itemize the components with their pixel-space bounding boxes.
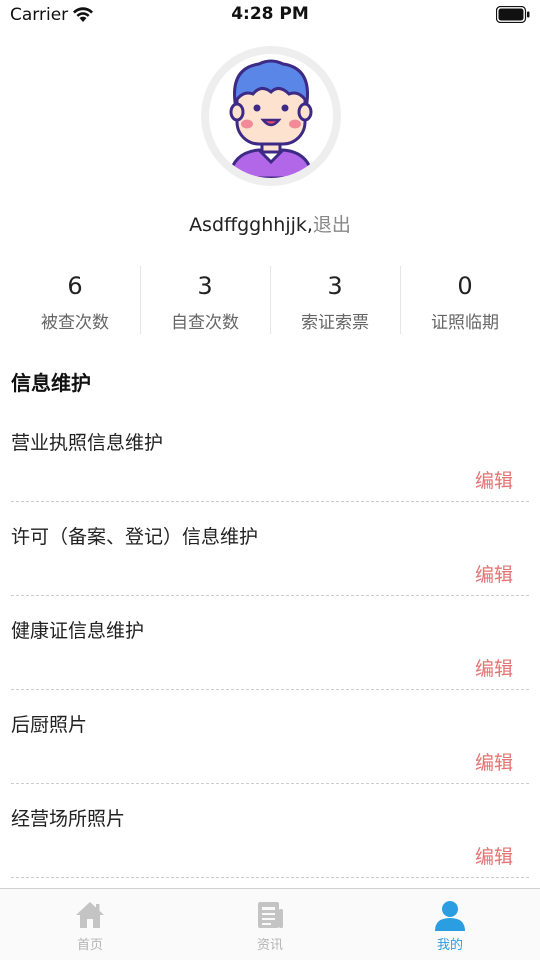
edit-button[interactable]: 编辑 bbox=[475, 654, 513, 681]
section-title: 信息维护 bbox=[11, 371, 91, 395]
list-item-health-certificate: 健康证信息维护 编辑 bbox=[0, 596, 540, 690]
item-label: 经营场所照片 bbox=[11, 808, 126, 830]
stat-certificates-invoices[interactable]: 3 索证索票 bbox=[270, 266, 400, 334]
username: Asdffgghhjjk, bbox=[189, 214, 313, 236]
list-item-permit: 许可（备案、登记）信息维护 编辑 bbox=[0, 502, 540, 596]
home-icon bbox=[76, 902, 104, 928]
avatar[interactable] bbox=[201, 46, 341, 186]
info-maintenance-list: 营业执照信息维护 编辑 许可（备案、登记）信息维护 编辑 健康证信息维护 编辑 … bbox=[0, 408, 540, 878]
tab-home[interactable]: 首页 bbox=[0, 889, 180, 960]
edit-button[interactable]: 编辑 bbox=[475, 466, 513, 493]
stat-label: 被查次数 bbox=[41, 313, 109, 333]
user-icon bbox=[435, 901, 465, 931]
divider bbox=[11, 877, 529, 878]
list-item-premises-photos: 经营场所照片 编辑 bbox=[0, 784, 540, 878]
tab-profile[interactable]: 我的 bbox=[360, 889, 540, 960]
list-item-business-license: 营业执照信息维护 编辑 bbox=[0, 408, 540, 502]
stat-inspected-count[interactable]: 6 被查次数 bbox=[10, 266, 140, 334]
item-label: 健康证信息维护 bbox=[11, 620, 145, 642]
edit-button[interactable]: 编辑 bbox=[475, 842, 513, 869]
logout-link[interactable]: 退出 bbox=[313, 214, 351, 236]
tab-bar: 首页 资讯 我的 bbox=[0, 888, 540, 960]
edit-button[interactable]: 编辑 bbox=[475, 748, 513, 775]
item-label: 后厨照片 bbox=[11, 714, 88, 736]
news-icon bbox=[258, 902, 283, 928]
username-line: Asdffgghhjjk,退出 bbox=[0, 210, 540, 237]
stat-label: 证照临期 bbox=[431, 313, 499, 333]
tab-label: 资讯 bbox=[256, 938, 283, 953]
stat-value: 0 bbox=[457, 272, 473, 300]
tab-news[interactable]: 资讯 bbox=[180, 889, 360, 960]
tab-label: 我的 bbox=[436, 938, 463, 953]
item-label: 营业执照信息维护 bbox=[11, 432, 164, 454]
stat-license-expiring[interactable]: 0 证照临期 bbox=[400, 266, 530, 334]
stat-value: 6 bbox=[67, 272, 83, 300]
stat-label: 索证索票 bbox=[301, 313, 369, 333]
avatar-frame bbox=[209, 54, 333, 178]
stat-label: 自查次数 bbox=[171, 313, 239, 333]
battery-icon bbox=[496, 6, 530, 23]
edit-button[interactable]: 编辑 bbox=[475, 560, 513, 587]
clock: 4:28 PM bbox=[231, 4, 309, 24]
status-bar: Carrier 4:28 PM bbox=[0, 0, 540, 30]
avatar-illustration bbox=[227, 59, 315, 178]
list-item-kitchen-photos: 后厨照片 编辑 bbox=[0, 690, 540, 784]
tab-label: 首页 bbox=[76, 938, 103, 953]
stat-value: 3 bbox=[197, 272, 213, 300]
stat-value: 3 bbox=[327, 272, 343, 300]
stats-row: 6 被查次数 3 自查次数 3 索证索票 0 证照临期 bbox=[10, 266, 530, 334]
stat-self-check-count[interactable]: 3 自查次数 bbox=[140, 266, 270, 334]
item-label: 许可（备案、登记）信息维护 bbox=[11, 526, 259, 548]
